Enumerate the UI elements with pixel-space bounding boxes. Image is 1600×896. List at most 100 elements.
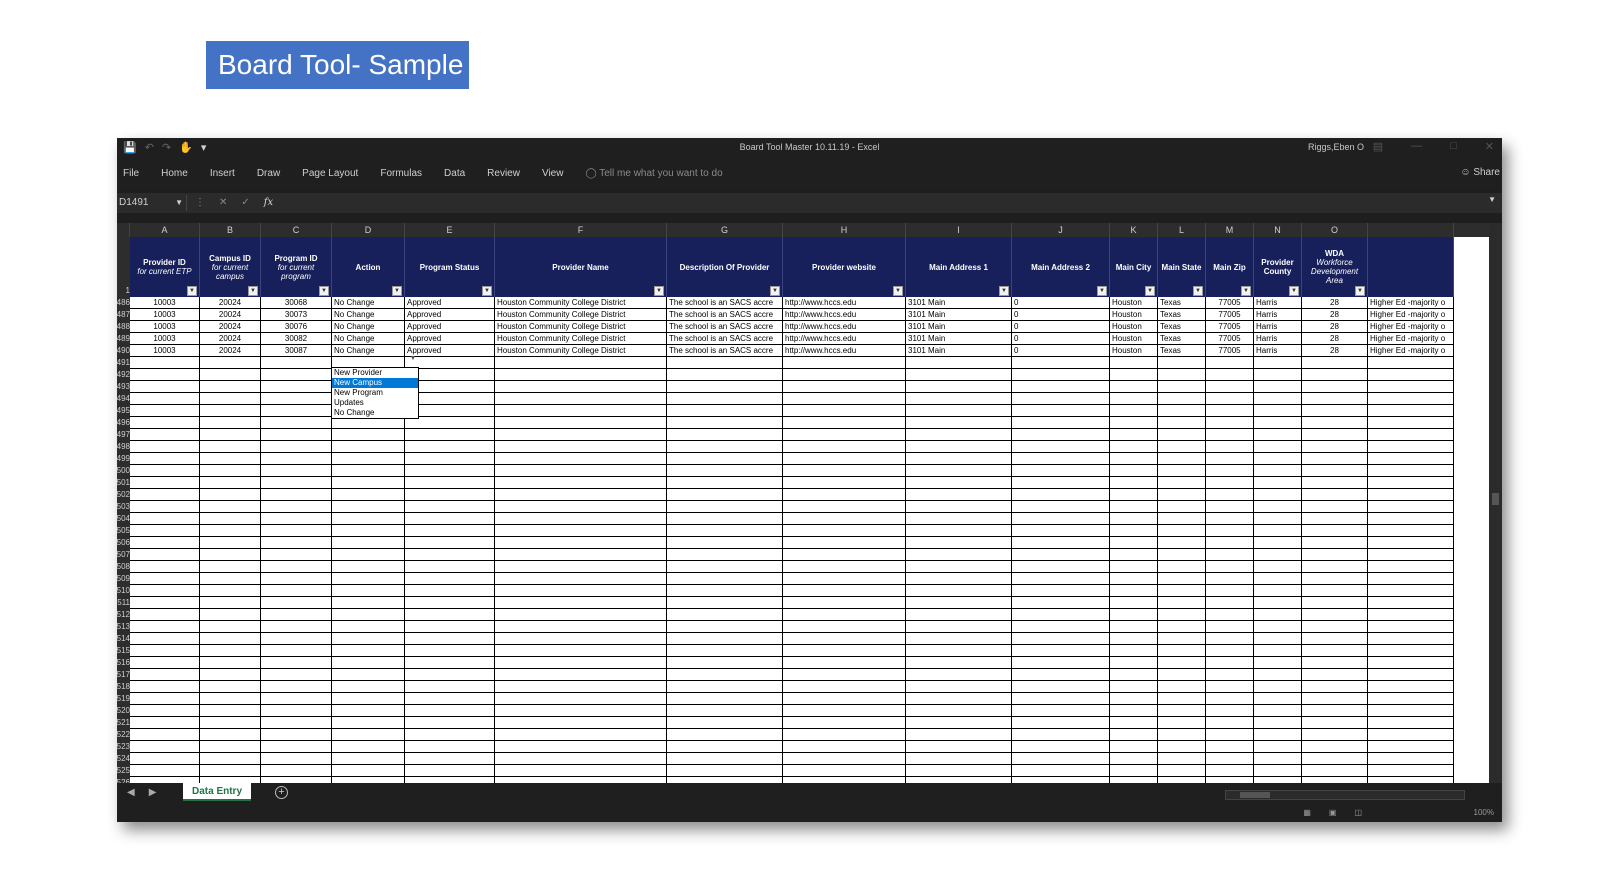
table-cell[interactable] bbox=[1158, 741, 1206, 753]
table-cell[interactable] bbox=[1158, 513, 1206, 525]
table-cell[interactable] bbox=[667, 561, 783, 573]
table-cell[interactable] bbox=[495, 417, 667, 429]
table-cell[interactable]: Approved bbox=[405, 297, 495, 309]
table-cell[interactable] bbox=[783, 633, 906, 645]
row-number[interactable]: 1514 bbox=[117, 633, 130, 645]
row-number[interactable]: 1508 bbox=[117, 561, 130, 573]
table-cell[interactable] bbox=[495, 633, 667, 645]
filter-dropdown-icon[interactable]: ▼ bbox=[392, 286, 402, 296]
table-cell[interactable] bbox=[1254, 669, 1302, 681]
table-cell[interactable] bbox=[906, 501, 1012, 513]
table-cell[interactable]: 0 bbox=[1012, 333, 1110, 345]
table-cell[interactable]: Higher Ed -majority o bbox=[1368, 309, 1454, 321]
table-cell[interactable]: 77005 bbox=[1206, 297, 1254, 309]
table-cell[interactable] bbox=[495, 717, 667, 729]
table-cell[interactable] bbox=[1302, 441, 1368, 453]
cell-dropdown-arrow-icon[interactable]: ▼ bbox=[408, 354, 418, 364]
table-cell[interactable] bbox=[1012, 573, 1110, 585]
table-cell[interactable] bbox=[1012, 645, 1110, 657]
table-cell[interactable] bbox=[495, 741, 667, 753]
table-cell[interactable] bbox=[495, 405, 667, 417]
table-cell[interactable] bbox=[783, 765, 906, 777]
table-cell[interactable]: Harris bbox=[1254, 309, 1302, 321]
table-cell[interactable] bbox=[200, 717, 261, 729]
table-cell[interactable] bbox=[906, 597, 1012, 609]
next-sheet-icon[interactable]: ▶ bbox=[149, 787, 157, 798]
table-cell[interactable]: 3101 Main bbox=[906, 321, 1012, 333]
worksheet[interactable]: ABCDEFGHIJKLMNO 114861487148814891490149… bbox=[117, 223, 1489, 783]
table-cell[interactable] bbox=[1302, 357, 1368, 369]
table-cell[interactable] bbox=[130, 741, 200, 753]
filter-dropdown-icon[interactable]: ▼ bbox=[893, 286, 903, 296]
table-cell[interactable] bbox=[1110, 585, 1158, 597]
dropdown-option[interactable]: No Change bbox=[332, 408, 418, 418]
table-cell[interactable] bbox=[405, 729, 495, 741]
table-cell[interactable] bbox=[495, 705, 667, 717]
table-cell[interactable]: Houston bbox=[1110, 297, 1158, 309]
table-cell[interactable] bbox=[495, 429, 667, 441]
table-cell[interactable]: No Change bbox=[332, 321, 405, 333]
table-cell[interactable] bbox=[906, 381, 1012, 393]
table-cell[interactable] bbox=[1158, 429, 1206, 441]
table-cell[interactable] bbox=[1110, 573, 1158, 585]
table-cell[interactable] bbox=[1012, 477, 1110, 489]
table-cell[interactable] bbox=[1110, 369, 1158, 381]
table-cell[interactable] bbox=[1368, 489, 1454, 501]
table-cell[interactable]: Harris bbox=[1254, 345, 1302, 357]
action-dropdown-list[interactable]: New Provider New Campus New Program Updates… bbox=[331, 367, 419, 419]
table-cell[interactable]: Houston bbox=[1110, 321, 1158, 333]
table-cell[interactable] bbox=[405, 465, 495, 477]
table-cell[interactable] bbox=[1302, 741, 1368, 753]
table-cell[interactable] bbox=[1302, 405, 1368, 417]
table-cell[interactable] bbox=[1302, 369, 1368, 381]
table-cell[interactable] bbox=[1158, 393, 1206, 405]
table-cell[interactable] bbox=[1302, 465, 1368, 477]
filter-dropdown-icon[interactable]: ▼ bbox=[770, 286, 780, 296]
close-icon[interactable]: ✕ bbox=[1485, 140, 1494, 153]
table-cell[interactable] bbox=[405, 681, 495, 693]
column-header[interactable]: B bbox=[200, 223, 261, 237]
table-cell[interactable] bbox=[405, 477, 495, 489]
table-cell[interactable] bbox=[783, 705, 906, 717]
row-number[interactable]: 1512 bbox=[117, 609, 130, 621]
table-cell[interactable] bbox=[667, 465, 783, 477]
zoom-level[interactable]: 100% bbox=[1474, 808, 1494, 817]
table-cell[interactable] bbox=[495, 477, 667, 489]
table-cell[interactable] bbox=[1012, 741, 1110, 753]
column-header[interactable]: O bbox=[1302, 223, 1368, 237]
table-cell[interactable] bbox=[783, 525, 906, 537]
table-cell[interactable] bbox=[1368, 429, 1454, 441]
table-cell[interactable]: Texas bbox=[1158, 333, 1206, 345]
table-cell[interactable] bbox=[261, 753, 332, 765]
filter-dropdown-icon[interactable]: ▼ bbox=[1145, 286, 1155, 296]
table-cell[interactable] bbox=[495, 561, 667, 573]
table-cell[interactable] bbox=[1012, 729, 1110, 741]
table-cell[interactable] bbox=[667, 669, 783, 681]
table-cell[interactable] bbox=[1012, 585, 1110, 597]
scroll-thumb[interactable] bbox=[1492, 493, 1499, 505]
table-cell[interactable] bbox=[906, 429, 1012, 441]
table-cell[interactable] bbox=[130, 477, 200, 489]
table-cell[interactable] bbox=[783, 501, 906, 513]
table-cell[interactable] bbox=[1110, 513, 1158, 525]
table-cell[interactable] bbox=[906, 609, 1012, 621]
row-number[interactable]: 1515 bbox=[117, 645, 130, 657]
table-cell[interactable] bbox=[1206, 417, 1254, 429]
table-cell[interactable] bbox=[332, 549, 405, 561]
table-cell[interactable]: Houston Community College District bbox=[495, 309, 667, 321]
column-header[interactable]: K bbox=[1110, 223, 1158, 237]
table-cell[interactable] bbox=[261, 657, 332, 669]
table-cell[interactable] bbox=[1158, 453, 1206, 465]
row-number[interactable]: 1501 bbox=[117, 477, 130, 489]
table-cell[interactable] bbox=[200, 657, 261, 669]
table-cell[interactable] bbox=[1110, 657, 1158, 669]
table-cell[interactable] bbox=[1206, 513, 1254, 525]
row-number[interactable]: 1496 bbox=[117, 417, 130, 429]
table-cell[interactable] bbox=[1368, 741, 1454, 753]
table-cell[interactable] bbox=[1110, 405, 1158, 417]
table-cell[interactable] bbox=[261, 417, 332, 429]
table-cell[interactable] bbox=[332, 585, 405, 597]
table-cell[interactable] bbox=[667, 729, 783, 741]
table-cell[interactable] bbox=[1012, 405, 1110, 417]
table-cell[interactable] bbox=[130, 585, 200, 597]
